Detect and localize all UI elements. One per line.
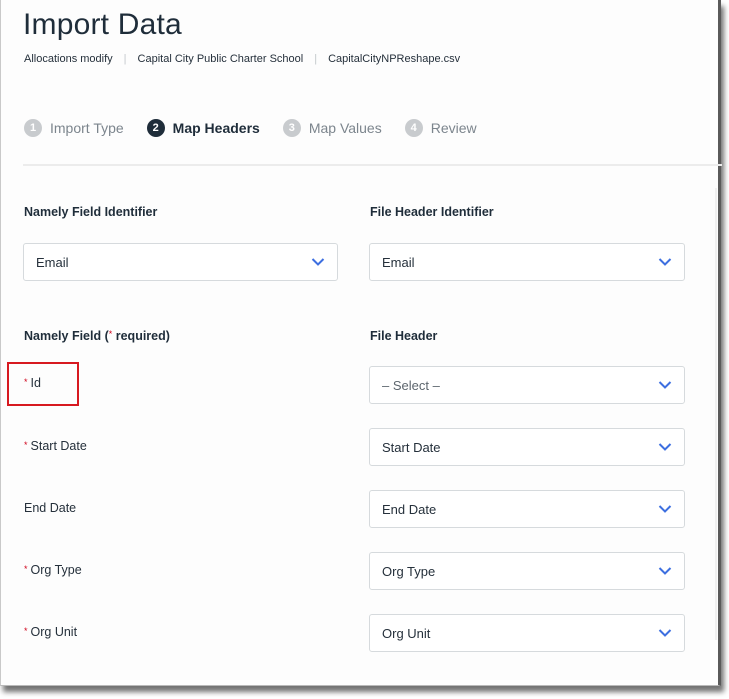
select-value: Email bbox=[382, 254, 415, 270]
file-header-select-start-date[interactable]: Start Date bbox=[369, 428, 685, 466]
step-label: Review bbox=[430, 120, 477, 136]
breadcrumb-separator: | bbox=[123, 53, 127, 65]
step-label: Map Values bbox=[308, 120, 382, 136]
field-name: End Date bbox=[24, 501, 77, 515]
wizard-steps: 1 Import Type 2 Map Headers 3 Map Values… bbox=[24, 119, 500, 137]
import-data-panel: Import Data Allocations modify | Capital… bbox=[0, 0, 722, 686]
field-label-start-date: * Start Date bbox=[24, 439, 87, 453]
namely-field-identifier-heading: Namely Field Identifier bbox=[24, 205, 158, 219]
select-value: End Date bbox=[382, 501, 437, 517]
breadcrumb-separator: | bbox=[314, 53, 318, 65]
breadcrumb-item-file: CapitalCityNPReshape.csv bbox=[328, 53, 461, 65]
breadcrumb-item-company: Capital City Public Charter School bbox=[137, 53, 304, 65]
file-header-select-end-date[interactable]: End Date bbox=[369, 490, 685, 528]
field-name: Id bbox=[30, 376, 41, 390]
file-header-select-id[interactable]: – Select – bbox=[369, 366, 685, 404]
file-header-select-org-type[interactable]: Org Type bbox=[369, 552, 685, 590]
step-number-badge: 4 bbox=[404, 119, 423, 137]
field-label-org-unit: * Org Unit bbox=[24, 625, 77, 639]
step-import-type[interactable]: 1 Import Type bbox=[24, 119, 124, 137]
highlight-box bbox=[7, 362, 79, 406]
select-value: Org Type bbox=[382, 563, 436, 579]
required-asterisk: * bbox=[24, 440, 28, 450]
step-number-badge: 2 bbox=[146, 119, 165, 137]
step-label: Map Headers bbox=[172, 120, 260, 136]
chevron-down-icon bbox=[658, 505, 672, 513]
namely-field-identifier-select[interactable]: Email bbox=[23, 243, 338, 281]
breadcrumb-item-import-type: Allocations modify bbox=[24, 53, 113, 65]
select-placeholder: – Select – bbox=[382, 377, 440, 393]
breadcrumb: Allocations modify | Capital City Public… bbox=[24, 53, 460, 65]
step-map-headers[interactable]: 2 Map Headers bbox=[146, 119, 260, 137]
section-divider bbox=[23, 164, 722, 166]
vertical-scrollbar[interactable] bbox=[715, 188, 717, 640]
field-name: Org Unit bbox=[30, 625, 78, 639]
chevron-down-icon bbox=[658, 258, 672, 266]
chevron-down-icon bbox=[658, 381, 672, 389]
file-header-select-org-unit[interactable]: Org Unit bbox=[369, 614, 685, 652]
select-value: Org Unit bbox=[382, 625, 431, 641]
chevron-down-icon bbox=[658, 567, 672, 575]
field-name: Org Type bbox=[30, 563, 82, 577]
step-number-badge: 1 bbox=[24, 119, 42, 137]
required-asterisk: * bbox=[24, 564, 28, 574]
file-header-identifier-heading: File Header Identifier bbox=[370, 205, 494, 219]
step-label: Import Type bbox=[50, 120, 124, 136]
chevron-down-icon bbox=[658, 443, 672, 451]
namely-field-heading: Namely Field (* required) bbox=[24, 329, 170, 343]
heading-text: required) bbox=[112, 329, 170, 343]
chevron-down-icon bbox=[658, 629, 672, 637]
step-map-values[interactable]: 3 Map Values bbox=[282, 119, 382, 137]
required-asterisk: * bbox=[24, 377, 28, 387]
field-label-org-type: * Org Type bbox=[24, 563, 82, 577]
select-value: Start Date bbox=[382, 439, 441, 455]
select-value: Email bbox=[36, 254, 69, 270]
required-asterisk: * bbox=[24, 626, 28, 636]
file-header-identifier-select[interactable]: Email bbox=[369, 243, 685, 281]
chevron-down-icon bbox=[311, 258, 325, 266]
step-number-badge: 3 bbox=[282, 119, 301, 137]
field-name: Start Date bbox=[30, 439, 87, 453]
file-header-heading: File Header bbox=[370, 329, 438, 343]
page-title: Import Data bbox=[23, 8, 182, 41]
field-label-id: * Id bbox=[24, 376, 41, 390]
field-label-end-date: End Date bbox=[24, 501, 76, 515]
step-review[interactable]: 4 Review bbox=[404, 119, 477, 137]
heading-text: Namely Field ( bbox=[24, 329, 109, 343]
